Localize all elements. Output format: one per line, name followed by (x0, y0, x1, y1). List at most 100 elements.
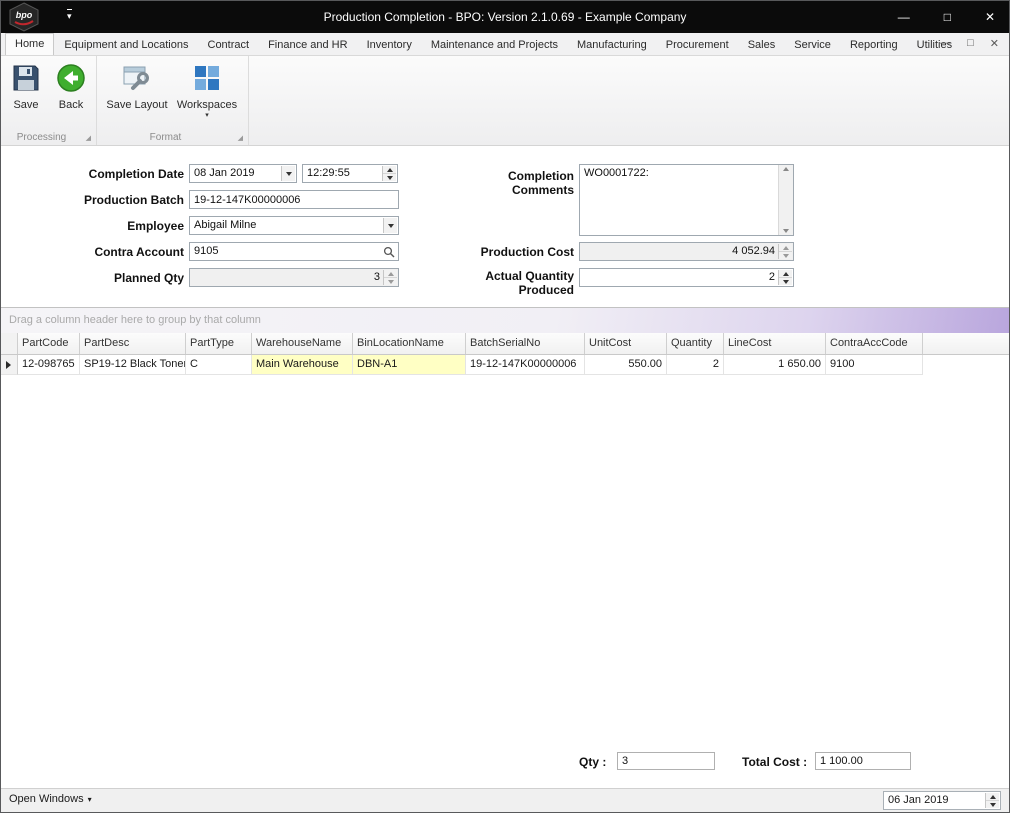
cell-partcode[interactable]: 12-098765 (18, 355, 80, 375)
workspaces-button[interactable]: Workspaces ▾ (173, 62, 241, 119)
column-header-parttype[interactable]: PartType (186, 333, 252, 354)
column-header-batchserialno[interactable]: BatchSerialNo (466, 333, 585, 354)
completion-time-value: 12:29:55 (307, 167, 350, 179)
row-indicator-cell (1, 355, 18, 375)
tab-contract[interactable]: Contract (199, 35, 259, 55)
minimize-button[interactable]: — (898, 10, 910, 24)
maximize-button[interactable]: □ (944, 10, 951, 24)
application-window: bpo ▾ Production Completion - BPO: Versi… (0, 0, 1010, 813)
save-layout-button[interactable]: Save Layout (105, 62, 169, 111)
employee-label: Employee (127, 219, 184, 233)
mdi-minimize-button[interactable]: — (940, 37, 951, 50)
cell-parttype[interactable]: C (186, 355, 252, 375)
total-cost-value: 1 100.00 (815, 752, 911, 770)
tab-service[interactable]: Service (785, 35, 840, 55)
group-by-panel[interactable]: Drag a column header here to group by th… (1, 307, 1009, 333)
tab-finance-and-hr[interactable]: Finance and HR (259, 35, 357, 55)
table-row[interactable]: 12-098765 SP19-12 Black Toner C Main War… (1, 355, 1009, 375)
ribbon-group-format: Save Layout Workspaces ▾ Format ◢ (97, 56, 249, 145)
tab-home[interactable]: Home (5, 33, 55, 55)
planned-qty-label: Planned Qty (113, 271, 184, 285)
qty-total-label: Qty : (579, 755, 607, 769)
column-header-contraacccode[interactable]: ContraAccCode (826, 333, 923, 354)
production-batch-input[interactable] (189, 190, 399, 209)
mdi-close-button[interactable]: ✕ (990, 37, 999, 50)
actual-quantity-label: Actual Quantity Produced (485, 269, 574, 297)
window-title: Production Completion - BPO: Version 2.1… (323, 10, 687, 24)
back-button[interactable]: Back (49, 62, 93, 111)
production-cost-value: 4 052.94 (732, 245, 775, 257)
completion-comments-label: Completion Comments (508, 169, 574, 197)
actual-quantity-input[interactable]: 2 (579, 268, 794, 287)
format-dialog-launcher-icon[interactable]: ◢ (238, 135, 243, 142)
completion-time-spinner[interactable] (382, 166, 396, 181)
tab-equipment-and-locations[interactable]: Equipment and Locations (55, 35, 197, 55)
cell-warehousename[interactable]: Main Warehouse (252, 355, 353, 375)
completion-time-input[interactable]: 12:29:55 (302, 164, 398, 183)
statusbar-date-input[interactable]: 06 Jan 2019 (883, 791, 1001, 810)
tab-procurement[interactable]: Procurement (657, 35, 738, 55)
processing-dialog-launcher-icon[interactable]: ◢ (86, 135, 91, 142)
row-indicator-icon (6, 361, 11, 369)
employee-dropdown-icon[interactable] (383, 218, 397, 233)
open-windows-button[interactable]: Open Windows ▾ (9, 793, 92, 805)
actual-quantity-value: 2 (768, 271, 775, 283)
cell-contraacccode[interactable]: 9100 (826, 355, 923, 375)
production-cost-input: 4 052.94 (579, 242, 794, 261)
column-header-binlocation[interactable]: BinLocationName (353, 333, 466, 354)
save-button-label: Save (13, 99, 39, 111)
cell-linecost[interactable]: 1 650.00 (724, 355, 826, 375)
column-header-warehousename[interactable]: WarehouseName (252, 333, 353, 354)
column-header-partdesc[interactable]: PartDesc (80, 333, 186, 354)
ribbon-tab-row: Home Equipment and Locations Contract Fi… (1, 33, 1009, 56)
column-header-quantity[interactable]: Quantity (667, 333, 724, 354)
save-layout-icon (123, 66, 149, 90)
planned-qty-input: 3 (189, 268, 399, 287)
back-icon (57, 64, 85, 92)
cell-batchserialno[interactable]: 19-12-147K00000006 (466, 355, 585, 375)
cell-partdesc[interactable]: SP19-12 Black Toner (80, 355, 186, 375)
statusbar-date-value: 06 Jan 2019 (888, 794, 949, 806)
cell-unitcost[interactable]: 550.00 (585, 355, 667, 375)
comments-scrollbar[interactable] (778, 165, 793, 235)
contra-account-input[interactable]: 9105 (189, 242, 399, 261)
back-button-label: Back (58, 99, 84, 111)
titlebar: bpo ▾ Production Completion - BPO: Versi… (1, 1, 1009, 33)
tab-reporting[interactable]: Reporting (841, 35, 907, 55)
ribbon-group-format-caption: Format (149, 132, 182, 143)
cell-quantity[interactable]: 2 (667, 355, 724, 375)
employee-select[interactable]: Abigail Milne (189, 216, 399, 235)
bpo-logo-icon: bpo (9, 2, 39, 32)
open-windows-dropdown-icon: ▾ (87, 795, 92, 804)
search-icon[interactable] (383, 246, 395, 258)
planned-qty-value: 3 (373, 271, 380, 283)
qty-total-value: 3 (617, 752, 715, 770)
open-windows-label: Open Windows (9, 793, 84, 805)
completion-date-input[interactable]: 08 Jan 2019 (189, 164, 297, 183)
tab-maintenance-and-projects[interactable]: Maintenance and Projects (422, 35, 567, 55)
save-button[interactable]: Save (7, 62, 45, 111)
production-batch-label: Production Batch (83, 193, 184, 207)
production-cost-spinner (778, 244, 792, 259)
quick-access-chevron-icon[interactable]: ▾ (67, 9, 72, 21)
completion-date-dropdown-icon[interactable] (281, 166, 295, 181)
tab-manufacturing[interactable]: Manufacturing (568, 35, 656, 55)
tab-sales[interactable]: Sales (739, 35, 785, 55)
column-header-partcode[interactable]: PartCode (18, 333, 80, 354)
totals-footer: Qty : 3 Total Cost : 1 100.00 (1, 751, 1009, 775)
column-header-unitcost[interactable]: UnitCost (585, 333, 667, 354)
actual-quantity-spinner[interactable] (778, 270, 792, 285)
completion-comments-input[interactable]: WO0001722: (579, 164, 794, 236)
column-header-linecost[interactable]: LineCost (724, 333, 826, 354)
mdi-restore-button[interactable]: □ (967, 37, 974, 50)
parts-grid: Drag a column header here to group by th… (1, 307, 1009, 751)
completion-date-label: Completion Date (88, 167, 184, 181)
production-cost-label: Production Cost (480, 245, 574, 259)
statusbar-date-spinner[interactable] (985, 793, 999, 808)
tab-inventory[interactable]: Inventory (358, 35, 421, 55)
close-button[interactable]: ✕ (985, 10, 995, 24)
cell-binlocation[interactable]: DBN-A1 (353, 355, 466, 375)
completion-comments-value: WO0001722: (584, 167, 649, 179)
save-icon (13, 65, 39, 91)
contra-account-label: Contra Account (94, 245, 184, 259)
